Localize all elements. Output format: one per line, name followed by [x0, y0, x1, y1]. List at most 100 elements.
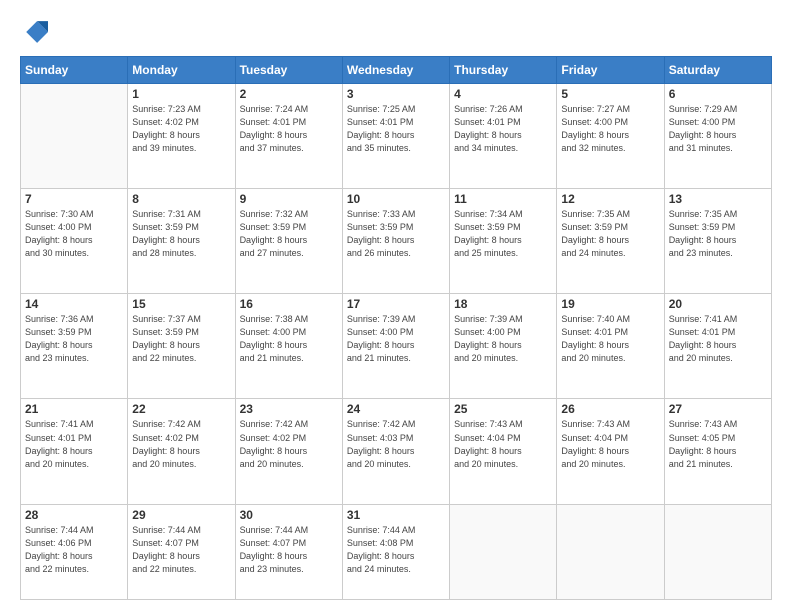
calendar-cell: 29 Sunrise: 7:44 AM Sunset: 4:07 PM Dayli…: [128, 504, 235, 599]
day-info: Sunrise: 7:44 AM Sunset: 4:08 PM Dayligh…: [347, 524, 445, 576]
calendar-cell: 2 Sunrise: 7:24 AM Sunset: 4:01 PM Daylig…: [235, 84, 342, 189]
calendar-cell: 27 Sunrise: 7:43 AM Sunset: 4:05 PM Dayli…: [664, 399, 771, 504]
day-info: Sunrise: 7:42 AM Sunset: 4:02 PM Dayligh…: [132, 418, 230, 470]
day-number: 19: [561, 297, 659, 311]
day-number: 9: [240, 192, 338, 206]
day-info: Sunrise: 7:29 AM Sunset: 4:00 PM Dayligh…: [669, 103, 767, 155]
calendar-cell: 1 Sunrise: 7:23 AM Sunset: 4:02 PM Daylig…: [128, 84, 235, 189]
day-info: Sunrise: 7:31 AM Sunset: 3:59 PM Dayligh…: [132, 208, 230, 260]
day-number: 8: [132, 192, 230, 206]
calendar-cell: 10 Sunrise: 7:33 AM Sunset: 3:59 PM Dayli…: [342, 189, 449, 294]
day-number: 24: [347, 402, 445, 416]
calendar-cell: 11 Sunrise: 7:34 AM Sunset: 3:59 PM Dayli…: [450, 189, 557, 294]
day-info: Sunrise: 7:36 AM Sunset: 3:59 PM Dayligh…: [25, 313, 123, 365]
weekday-header-tuesday: Tuesday: [235, 57, 342, 84]
logo: [20, 18, 52, 46]
weekday-header-sunday: Sunday: [21, 57, 128, 84]
day-number: 23: [240, 402, 338, 416]
weekday-header-wednesday: Wednesday: [342, 57, 449, 84]
weekday-header-thursday: Thursday: [450, 57, 557, 84]
calendar-cell: 4Sunrise: 7:26 AM Sunset: 4:01 PM Daylig…: [450, 84, 557, 189]
calendar-cell: 22 Sunrise: 7:42 AM Sunset: 4:02 PM Dayli…: [128, 399, 235, 504]
day-number: 18: [454, 297, 552, 311]
calendar-cell: 8 Sunrise: 7:31 AM Sunset: 3:59 PM Daylig…: [128, 189, 235, 294]
calendar-cell: 16 Sunrise: 7:38 AM Sunset: 4:00 PM Dayli…: [235, 294, 342, 399]
calendar-cell: 28 Sunrise: 7:44 AM Sunset: 4:06 PM Dayli…: [21, 504, 128, 599]
calendar-cell: 3Sunrise: 7:25 AM Sunset: 4:01 PM Daylig…: [342, 84, 449, 189]
day-info: Sunrise: 7:32 AM Sunset: 3:59 PM Dayligh…: [240, 208, 338, 260]
day-number: 29: [132, 508, 230, 522]
week-row-2: 7Sunrise: 7:30 AM Sunset: 4:00 PM Daylig…: [21, 189, 772, 294]
day-number: 1: [132, 87, 230, 101]
day-number: 22: [132, 402, 230, 416]
day-number: 27: [669, 402, 767, 416]
day-info: Sunrise: 7:42 AM Sunset: 4:02 PM Dayligh…: [240, 418, 338, 470]
calendar-cell: [664, 504, 771, 599]
day-number: 4: [454, 87, 552, 101]
day-number: 31: [347, 508, 445, 522]
day-info: Sunrise: 7:38 AM Sunset: 4:00 PM Dayligh…: [240, 313, 338, 365]
day-number: 16: [240, 297, 338, 311]
day-number: 5: [561, 87, 659, 101]
day-number: 30: [240, 508, 338, 522]
weekday-header-monday: Monday: [128, 57, 235, 84]
day-info: Sunrise: 7:40 AM Sunset: 4:01 PM Dayligh…: [561, 313, 659, 365]
day-number: 26: [561, 402, 659, 416]
calendar-cell: 14 Sunrise: 7:36 AM Sunset: 3:59 PM Dayli…: [21, 294, 128, 399]
header: [20, 18, 772, 46]
day-info: Sunrise: 7:43 AM Sunset: 4:04 PM Dayligh…: [454, 418, 552, 470]
day-info: Sunrise: 7:23 AM Sunset: 4:02 PM Dayligh…: [132, 103, 230, 155]
week-row-1: 1 Sunrise: 7:23 AM Sunset: 4:02 PM Daylig…: [21, 84, 772, 189]
day-info: Sunrise: 7:35 AM Sunset: 3:59 PM Dayligh…: [561, 208, 659, 260]
day-info: Sunrise: 7:41 AM Sunset: 4:01 PM Dayligh…: [25, 418, 123, 470]
day-info: Sunrise: 7:42 AM Sunset: 4:03 PM Dayligh…: [347, 418, 445, 470]
calendar-cell: 15 Sunrise: 7:37 AM Sunset: 3:59 PM Dayli…: [128, 294, 235, 399]
calendar-cell: 23 Sunrise: 7:42 AM Sunset: 4:02 PM Dayli…: [235, 399, 342, 504]
calendar-cell: 18 Sunrise: 7:39 AM Sunset: 4:00 PM Dayli…: [450, 294, 557, 399]
calendar-cell: 17Sunrise: 7:39 AM Sunset: 4:00 PM Dayli…: [342, 294, 449, 399]
day-number: 25: [454, 402, 552, 416]
day-info: Sunrise: 7:43 AM Sunset: 4:04 PM Dayligh…: [561, 418, 659, 470]
calendar-cell: 19 Sunrise: 7:40 AM Sunset: 4:01 PM Dayli…: [557, 294, 664, 399]
day-number: 2: [240, 87, 338, 101]
day-number: 14: [25, 297, 123, 311]
day-info: Sunrise: 7:43 AM Sunset: 4:05 PM Dayligh…: [669, 418, 767, 470]
day-info: Sunrise: 7:35 AM Sunset: 3:59 PM Dayligh…: [669, 208, 767, 260]
calendar-cell: 5 Sunrise: 7:27 AM Sunset: 4:00 PM Daylig…: [557, 84, 664, 189]
calendar-cell: 9 Sunrise: 7:32 AM Sunset: 3:59 PM Daylig…: [235, 189, 342, 294]
calendar-cell: 31 Sunrise: 7:44 AM Sunset: 4:08 PM Dayli…: [342, 504, 449, 599]
day-info: Sunrise: 7:44 AM Sunset: 4:07 PM Dayligh…: [132, 524, 230, 576]
day-number: 15: [132, 297, 230, 311]
day-number: 13: [669, 192, 767, 206]
day-number: 10: [347, 192, 445, 206]
calendar-cell: [21, 84, 128, 189]
day-number: 17: [347, 297, 445, 311]
day-number: 28: [25, 508, 123, 522]
calendar-cell: [557, 504, 664, 599]
day-number: 11: [454, 192, 552, 206]
calendar-cell: 13 Sunrise: 7:35 AM Sunset: 3:59 PM Dayli…: [664, 189, 771, 294]
calendar-cell: [450, 504, 557, 599]
day-info: Sunrise: 7:34 AM Sunset: 3:59 PM Dayligh…: [454, 208, 552, 260]
day-number: 3: [347, 87, 445, 101]
day-info: Sunrise: 7:33 AM Sunset: 3:59 PM Dayligh…: [347, 208, 445, 260]
day-info: Sunrise: 7:24 AM Sunset: 4:01 PM Dayligh…: [240, 103, 338, 155]
day-info: Sunrise: 7:37 AM Sunset: 3:59 PM Dayligh…: [132, 313, 230, 365]
calendar-cell: 26 Sunrise: 7:43 AM Sunset: 4:04 PM Dayli…: [557, 399, 664, 504]
weekday-header-saturday: Saturday: [664, 57, 771, 84]
day-number: 7: [25, 192, 123, 206]
day-number: 20: [669, 297, 767, 311]
calendar-cell: 12Sunrise: 7:35 AM Sunset: 3:59 PM Dayli…: [557, 189, 664, 294]
page: SundayMondayTuesdayWednesdayThursdayFrid…: [0, 0, 792, 612]
calendar-cell: 30 Sunrise: 7:44 AM Sunset: 4:07 PM Dayli…: [235, 504, 342, 599]
calendar: SundayMondayTuesdayWednesdayThursdayFrid…: [20, 56, 772, 600]
logo-icon: [20, 18, 48, 46]
week-row-5: 28 Sunrise: 7:44 AM Sunset: 4:06 PM Dayli…: [21, 504, 772, 599]
day-number: 21: [25, 402, 123, 416]
calendar-cell: 6Sunrise: 7:29 AM Sunset: 4:00 PM Daylig…: [664, 84, 771, 189]
day-info: Sunrise: 7:44 AM Sunset: 4:06 PM Dayligh…: [25, 524, 123, 576]
calendar-cell: 20Sunrise: 7:41 AM Sunset: 4:01 PM Dayli…: [664, 294, 771, 399]
day-info: Sunrise: 7:44 AM Sunset: 4:07 PM Dayligh…: [240, 524, 338, 576]
day-info: Sunrise: 7:27 AM Sunset: 4:00 PM Dayligh…: [561, 103, 659, 155]
day-info: Sunrise: 7:39 AM Sunset: 4:00 PM Dayligh…: [454, 313, 552, 365]
